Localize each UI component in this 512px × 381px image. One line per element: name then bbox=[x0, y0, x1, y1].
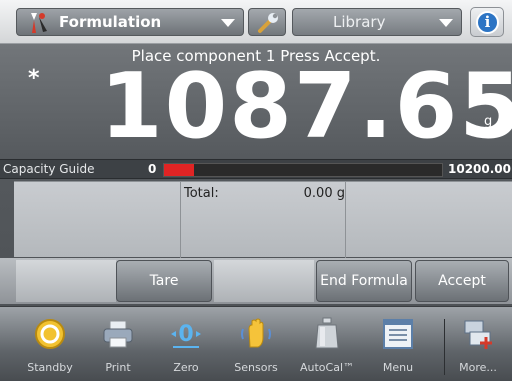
total-label: Total: bbox=[184, 186, 219, 201]
printer-icon bbox=[103, 320, 133, 348]
nav-menu-button[interactable]: Menu bbox=[368, 311, 428, 379]
action-slot-empty bbox=[214, 260, 314, 302]
capacity-guide: Capacity Guide 0 10200.00 bbox=[0, 159, 512, 179]
capacity-guide-label: Capacity Guide bbox=[3, 162, 95, 176]
accept-button[interactable]: Accept bbox=[415, 260, 509, 302]
nav-print-button[interactable]: Print bbox=[88, 311, 148, 379]
info-panel bbox=[14, 181, 512, 258]
weight-unit[interactable]: g bbox=[484, 114, 492, 129]
info-panel-cell-right bbox=[346, 182, 512, 258]
nav-standby-label: Standby bbox=[27, 361, 73, 374]
hand-sensor-icon bbox=[241, 318, 271, 348]
nav-autocal-button[interactable]: AutoCal™ bbox=[297, 311, 357, 379]
more-icon bbox=[464, 320, 492, 349]
calibration-weight-icon bbox=[315, 317, 339, 349]
weight-readout: 1087.65 bbox=[100, 54, 512, 159]
balance-screen: Formulation Library i Place component 1 … bbox=[0, 0, 512, 381]
application-mode-label: Formulation bbox=[59, 13, 162, 31]
zero-icon: 0 bbox=[171, 322, 201, 348]
nav-zero-label: Zero bbox=[173, 361, 199, 374]
chevron-down-icon bbox=[221, 19, 235, 27]
nav-more-label: More... bbox=[459, 361, 497, 374]
svg-text:0: 0 bbox=[178, 322, 193, 347]
info-panel-cell-left bbox=[14, 182, 181, 258]
bottom-navigation: Standby Print 0 Zero Sensors AutoCal™ Me… bbox=[0, 306, 512, 381]
application-mode-dropdown[interactable]: Formulation bbox=[16, 8, 244, 36]
nav-standby-button[interactable]: Standby bbox=[20, 311, 80, 379]
formulation-icon bbox=[31, 13, 47, 33]
nav-divider bbox=[444, 319, 445, 375]
top-bar: Formulation Library i bbox=[0, 0, 512, 44]
library-label: Library bbox=[333, 13, 386, 31]
nav-print-label: Print bbox=[105, 361, 131, 374]
action-slot-empty bbox=[16, 260, 116, 302]
library-dropdown[interactable]: Library bbox=[292, 8, 462, 36]
info-button[interactable]: i bbox=[470, 7, 504, 37]
stability-indicator: * bbox=[28, 66, 40, 91]
menu-icon bbox=[383, 319, 413, 349]
standby-icon bbox=[35, 319, 65, 349]
total-value: 0.00 g bbox=[303, 186, 345, 201]
nav-menu-label: Menu bbox=[382, 361, 414, 374]
capacity-bar bbox=[163, 163, 443, 177]
capacity-min-value: 0 bbox=[148, 162, 157, 176]
info-icon: i bbox=[476, 11, 499, 34]
capacity-max-value: 10200.00 bbox=[448, 162, 512, 176]
end-formula-button[interactable]: End Formula bbox=[316, 260, 412, 302]
nav-more-button[interactable]: More... bbox=[448, 311, 508, 379]
nav-zero-button[interactable]: 0 Zero bbox=[156, 311, 216, 379]
nav-autocal-label: AutoCal™ bbox=[299, 361, 355, 374]
action-bar: Tare End Formula Accept bbox=[0, 258, 512, 304]
nav-sensors-button[interactable]: Sensors bbox=[226, 311, 286, 379]
settings-wrench-button[interactable] bbox=[248, 8, 286, 36]
capacity-bar-fill bbox=[164, 164, 194, 176]
tare-button[interactable]: Tare bbox=[116, 260, 212, 302]
wrench-icon bbox=[258, 13, 278, 33]
nav-sensors-label: Sensors bbox=[234, 361, 278, 374]
chevron-down-icon bbox=[439, 19, 453, 27]
